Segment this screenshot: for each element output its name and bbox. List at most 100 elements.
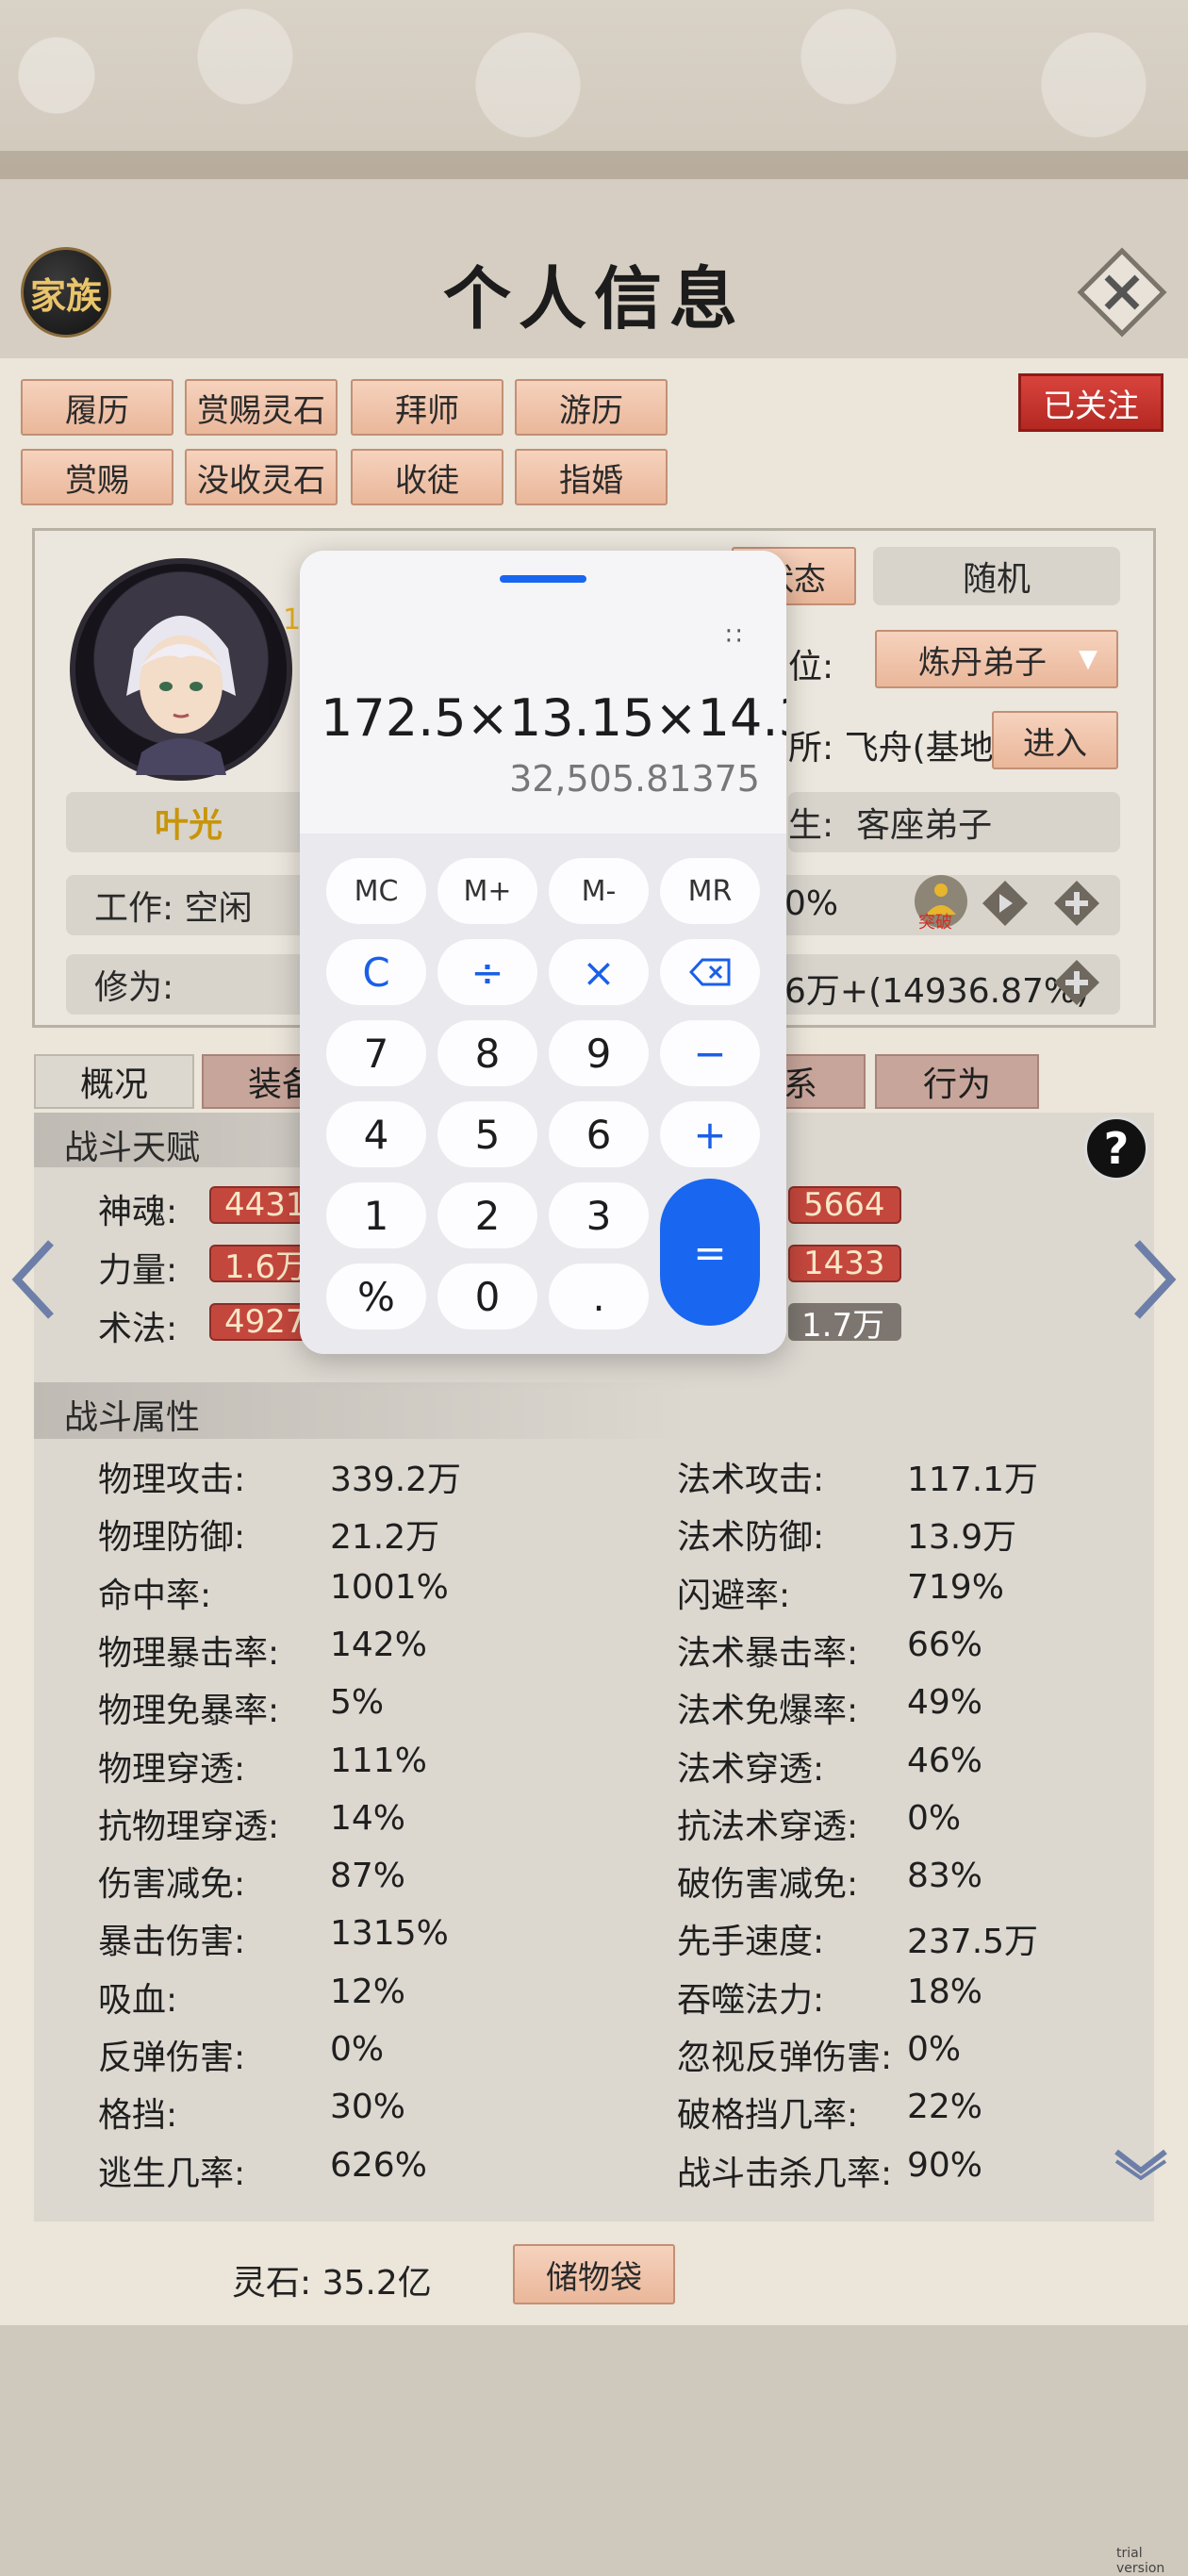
attr-value: 1315%: [330, 1914, 449, 1954]
multiply-key[interactable]: ×: [549, 939, 649, 1005]
digit-4-key[interactable]: 4: [326, 1101, 426, 1167]
digit-2-key[interactable]: 2: [437, 1182, 537, 1248]
attr-value: 0%: [907, 2030, 962, 2069]
work-label: 工作: 空闲: [94, 889, 253, 928]
attr-value: 14%: [330, 1798, 406, 1838]
digit-8-key[interactable]: 8: [437, 1020, 537, 1086]
talent-section-title: 战斗天赋: [64, 1129, 201, 1167]
history-button[interactable]: 履历: [21, 379, 173, 436]
chevron-down-icon: ▼: [1079, 645, 1097, 673]
attr-value: 66%: [907, 1625, 983, 1664]
equals-key[interactable]: =: [660, 1179, 760, 1326]
attr-label: 闪避率:: [677, 1576, 791, 1615]
expression-text: 172.5×13.15×14.33: [321, 688, 786, 748]
digit-3-key[interactable]: 3: [549, 1182, 649, 1248]
attr-value: 0%: [330, 2030, 385, 2069]
memory-clear-key[interactable]: MC: [326, 858, 426, 924]
arrange-marriage-button[interactable]: 指婚: [515, 449, 668, 505]
attr-label: 抗物理穿透:: [98, 1807, 280, 1846]
cultivation-add-button[interactable]: [1052, 958, 1101, 1007]
tab-behavior[interactable]: 行为: [875, 1054, 1039, 1109]
clear-key[interactable]: C: [326, 939, 426, 1005]
attr-label: 物理免暴率:: [98, 1692, 280, 1731]
attr-value: 18%: [907, 1972, 983, 2011]
attr-value: 142%: [330, 1625, 427, 1664]
attr-value: 83%: [907, 1857, 983, 1896]
cultivation-value: 6万+(14936.87%): [784, 972, 1090, 1011]
attr-value: 0%: [907, 1798, 962, 1838]
follow-button[interactable]: 已关注: [1018, 373, 1163, 432]
attr-label: 物理攻击:: [98, 1461, 246, 1499]
attr-label: 物理暴击率:: [98, 1633, 280, 1673]
digit-1-key[interactable]: 1: [326, 1182, 426, 1248]
attr-value: 90%: [907, 2145, 983, 2185]
digit-0-key[interactable]: 0: [437, 1263, 537, 1329]
attr-value: 719%: [907, 1567, 1004, 1607]
attr-label: 吸血:: [98, 1980, 178, 2020]
divide-key[interactable]: ÷: [437, 939, 537, 1005]
digit-6-key[interactable]: 6: [549, 1101, 649, 1167]
identity-row: 生: 客座弟子: [788, 792, 1120, 852]
digit-9-key[interactable]: 9: [549, 1020, 649, 1086]
position-label: 位:: [788, 648, 834, 686]
attr-label: 先手速度:: [677, 1923, 825, 1962]
memory-subtract-key[interactable]: M-: [549, 858, 649, 924]
breakthrough-button[interactable]: 突破: [913, 873, 969, 933]
minus-key[interactable]: −: [660, 1020, 760, 1086]
percent-key[interactable]: %: [326, 1263, 426, 1329]
chevron-left-icon: [11, 1240, 54, 1319]
double-chevron-down-icon: [1114, 2149, 1167, 2181]
reward-button[interactable]: 赏赐: [21, 449, 173, 505]
drag-handle[interactable]: [500, 575, 586, 583]
attr-label: 破格挡几率:: [677, 2096, 859, 2136]
next-arrow-button[interactable]: [1128, 1237, 1180, 1322]
random-button[interactable]: 随机: [873, 547, 1120, 605]
enter-button[interactable]: 进入: [992, 711, 1118, 769]
question-icon: ?: [1103, 1123, 1130, 1174]
backspace-key[interactable]: [660, 939, 760, 1005]
apprentice-button[interactable]: 拜师: [351, 379, 503, 436]
add-button[interactable]: [1052, 879, 1101, 928]
close-button[interactable]: [1077, 247, 1167, 338]
top-decor-strip: [0, 151, 1188, 179]
cultivation-label: 修为:: [94, 968, 174, 1007]
accept-disciple-button[interactable]: 收徒: [351, 449, 503, 505]
calculator-window[interactable]: ∷ 172.5×13.15×14.33| 32,505.81375 MC M+ …: [300, 551, 786, 1354]
play-button[interactable]: [981, 879, 1030, 928]
attr-label: 法术防御:: [677, 1518, 825, 1558]
avatar[interactable]: [70, 558, 292, 781]
attr-label: 法术攻击:: [677, 1461, 825, 1499]
memory-recall-key[interactable]: MR: [660, 858, 760, 924]
decimal-key[interactable]: .: [549, 1263, 649, 1329]
travel-button[interactable]: 游历: [515, 379, 668, 436]
scroll-down-button[interactable]: [1113, 2144, 1169, 2182]
attr-label: 抗法术穿透:: [677, 1807, 859, 1846]
confiscate-stone-button[interactable]: 没收灵石: [185, 449, 338, 505]
digit-7-key[interactable]: 7: [326, 1020, 426, 1086]
attr-value: 5%: [330, 1683, 385, 1723]
attr-value: 1001%: [330, 1567, 449, 1607]
position-select[interactable]: 炼丹弟子 ▼: [875, 630, 1118, 688]
identity-label: 生:: [788, 806, 834, 845]
attr-label: 物理防御:: [98, 1518, 246, 1558]
attr-value: 46%: [907, 1741, 983, 1780]
attr-label: 物理穿透:: [98, 1749, 246, 1789]
tab-overview[interactable]: 概况: [34, 1054, 194, 1109]
attr-label: 反弹伤害:: [98, 2039, 246, 2077]
plus-key[interactable]: +: [660, 1101, 760, 1167]
prev-arrow-button[interactable]: [8, 1237, 60, 1322]
attr-label: 法术免爆率:: [677, 1692, 859, 1731]
resize-icon[interactable]: ∷: [726, 622, 744, 651]
digit-5-key[interactable]: 5: [437, 1101, 537, 1167]
attr-label: 吞噬法力:: [677, 1980, 825, 2020]
reward-stone-button[interactable]: 赏赐灵石: [185, 379, 338, 436]
attr-section-title: 战斗属性: [64, 1398, 201, 1437]
backspace-icon: [689, 958, 731, 986]
attr-label: 破伤害减免:: [677, 1865, 859, 1905]
talent-value: 1.7万: [788, 1303, 901, 1345]
attr-label: 命中率:: [98, 1576, 212, 1615]
help-button[interactable]: ?: [1084, 1116, 1148, 1181]
attr-value: 21.2万: [330, 1518, 440, 1558]
storage-bag-button[interactable]: 储物袋: [513, 2244, 675, 2304]
memory-add-key[interactable]: M+: [437, 858, 537, 924]
